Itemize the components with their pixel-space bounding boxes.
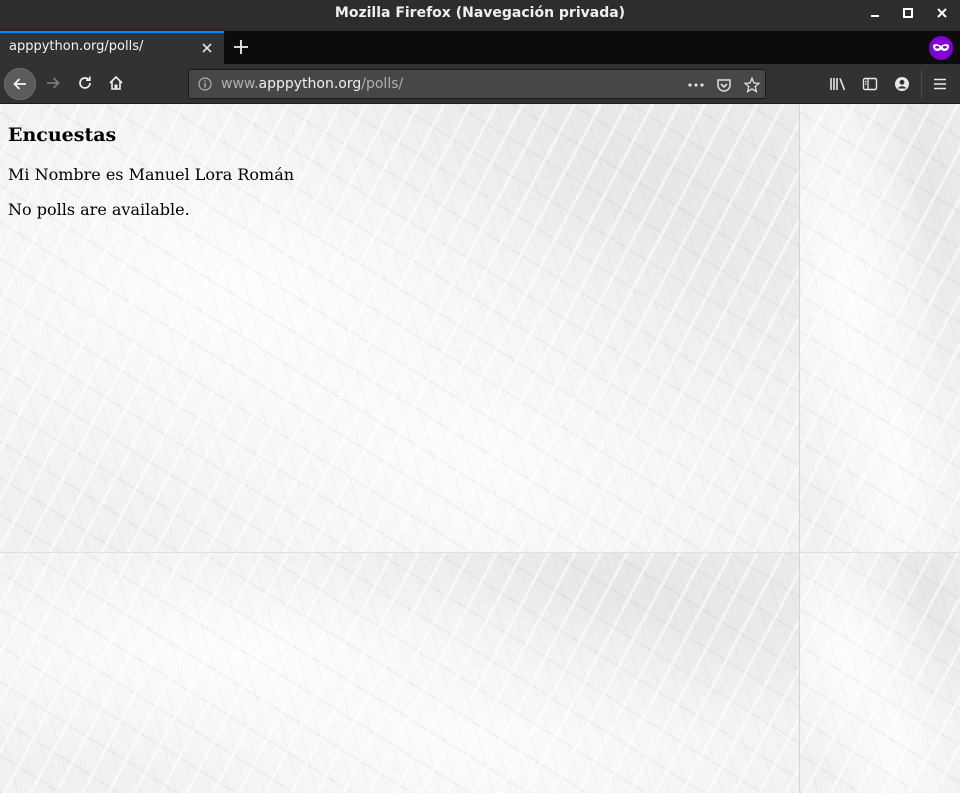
star-icon [744,77,760,93]
close-tab-button[interactable] [199,40,215,56]
close-icon [937,8,947,18]
maximize-button[interactable] [891,0,925,26]
url-domain: apppython.org [258,76,362,92]
author-line: Mi Nombre es Manuel Lora Román [8,165,295,184]
url-path: /polls/ [361,76,404,92]
account-icon [895,77,909,91]
more-dots-icon [688,83,704,87]
url-prefix: www. [221,76,259,92]
url-text[interactable]: www.apppython.org/polls/ [221,76,403,92]
hamburger-menu-icon [934,78,946,90]
main-menu-button[interactable] [926,69,954,99]
page-actions-button[interactable] [685,74,707,96]
tab-label: apppython.org/polls/ [9,39,144,54]
site-info-icon[interactable] [197,76,213,92]
library-icon [830,78,846,91]
sidebar-icon [862,77,878,91]
close-icon [202,43,212,53]
close-window-button[interactable] [925,0,959,26]
window-titlebar: Mozilla Firefox (Navegación privada) [0,0,960,28]
empty-polls-message: No polls are available. [8,200,190,219]
pocket-button[interactable] [713,74,735,96]
bookmark-star-button[interactable] [741,74,763,96]
new-tab-button[interactable] [228,34,254,60]
reload-button[interactable] [70,68,100,98]
tab-polls[interactable]: apppython.org/polls/ [0,31,224,64]
back-button[interactable] [4,68,36,100]
sidebar-toggle-button[interactable] [856,69,884,99]
pocket-icon [717,79,731,92]
tab-strip: apppython.org/polls/ [0,31,960,64]
background-texture [0,553,800,793]
home-icon [109,75,123,90]
page-content: Encuestas Mi Nombre es Manuel Lora Román… [0,104,960,793]
private-browsing-icon [929,36,953,60]
toolbar-separator [921,70,922,98]
background-texture [800,104,960,553]
mask-icon [933,44,949,52]
window-title: Mozilla Firefox (Navegación privada) [334,5,626,21]
minimize-icon [871,15,879,17]
forward-button[interactable] [38,68,68,98]
reload-icon [79,76,91,89]
plus-icon [234,40,248,54]
firefox-window: Mozilla Firefox (Navegación privada) app… [0,0,960,793]
maximize-icon [903,8,913,18]
back-arrow-icon [13,78,26,90]
background-texture [800,553,960,793]
page-heading: Encuestas [8,124,117,146]
forward-arrow-icon [47,77,60,89]
address-bar[interactable]: www.apppython.org/polls/ [188,69,766,99]
minimize-button[interactable] [858,0,892,26]
account-button[interactable] [888,69,916,99]
library-button[interactable] [824,69,852,99]
navigation-toolbar: www.apppython.org/polls/ [0,64,960,104]
home-button[interactable] [101,68,131,98]
